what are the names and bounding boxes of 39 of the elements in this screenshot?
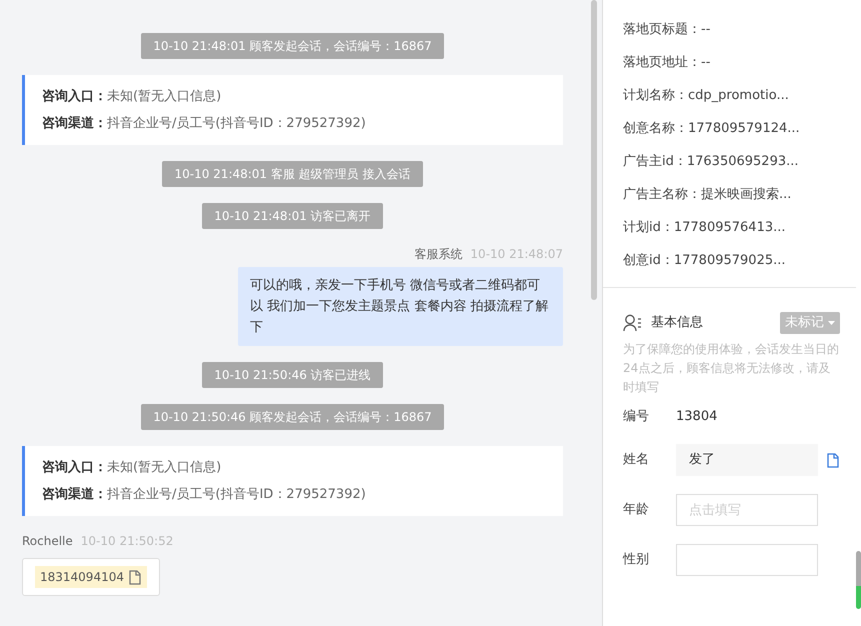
sender-name: 客服系统 [414,246,462,263]
field-label: 编号 [623,408,650,426]
field-label: 年龄 [623,501,650,520]
sender-name: Rochelle [22,533,73,550]
user-icon [623,314,643,332]
source-detail: 创意名称：177809579124... [623,120,801,138]
source-detail: 计划id：177809576413... [623,219,787,237]
notice-text: 为了保障您的使用体验，会话发生当日的24点之后，顾客信息将无法修改，请及时填写 [623,340,840,396]
entry-info-line: 咨询渠道：抖音企业号/员工号(抖音号ID：279527392) [42,114,367,133]
message-time: 10-10 21:48:07 [470,246,563,263]
scrollbar[interactable] [856,551,861,609]
section-title: 基本信息 [651,314,703,332]
source-detail: 广告主id：176350695293... [623,153,800,171]
tag-dropdown[interactable]: 未标记 [780,312,840,334]
copy-icon[interactable] [128,570,142,584]
message-bubble: 可以的哦，亲发一下手机号 微信号或者二维码都可以 我们加一下您发主题景点 套餐内容 拍摄流程了解下 [238,267,563,346]
system-message: 10-10 21:48:01 访客已离开 [202,203,383,229]
copy-icon[interactable] [826,452,840,468]
system-message: 10-10 21:48:01 客服 超级管理员 接入会话 [162,161,423,187]
source-detail: 落地页标题：-- [623,21,712,39]
system-message: 10-10 21:50:46 顾客发起会话，会话编号：16867 [141,404,444,430]
scrollbar[interactable] [591,0,597,300]
field-label: 姓名 [623,451,650,470]
system-message: 10-10 21:48:01 顾客发起会话，会话编号：16867 [141,33,444,59]
field-label: 性别 [623,551,650,570]
name-field: 发了 [676,444,818,476]
entry-info-line: 咨询渠道：抖音企业号/员工号(抖音号ID：279527392) [42,486,367,504]
field-value: 13804 [676,408,718,426]
input-field[interactable] [676,544,818,576]
message-time: 10-10 21:50:52 [80,533,174,550]
source-detail: 计划名称：cdp_promotio... [623,87,790,105]
entry-info-line: 咨询入口：未知(暂无入口信息) [42,458,222,477]
source-detail: 创意id：177809579025... [623,252,787,270]
phone-number: 18314094104 [40,569,124,586]
source-detail: 落地页地址：-- [623,54,712,72]
caret-icon [828,320,835,325]
entry-info-line: 咨询入口：未知(暂无入口信息) [42,88,222,106]
source-detail: 广告主名称：提米映画搜索... [623,186,792,204]
system-message: 10-10 21:50:46 访客已进线 [202,362,383,388]
